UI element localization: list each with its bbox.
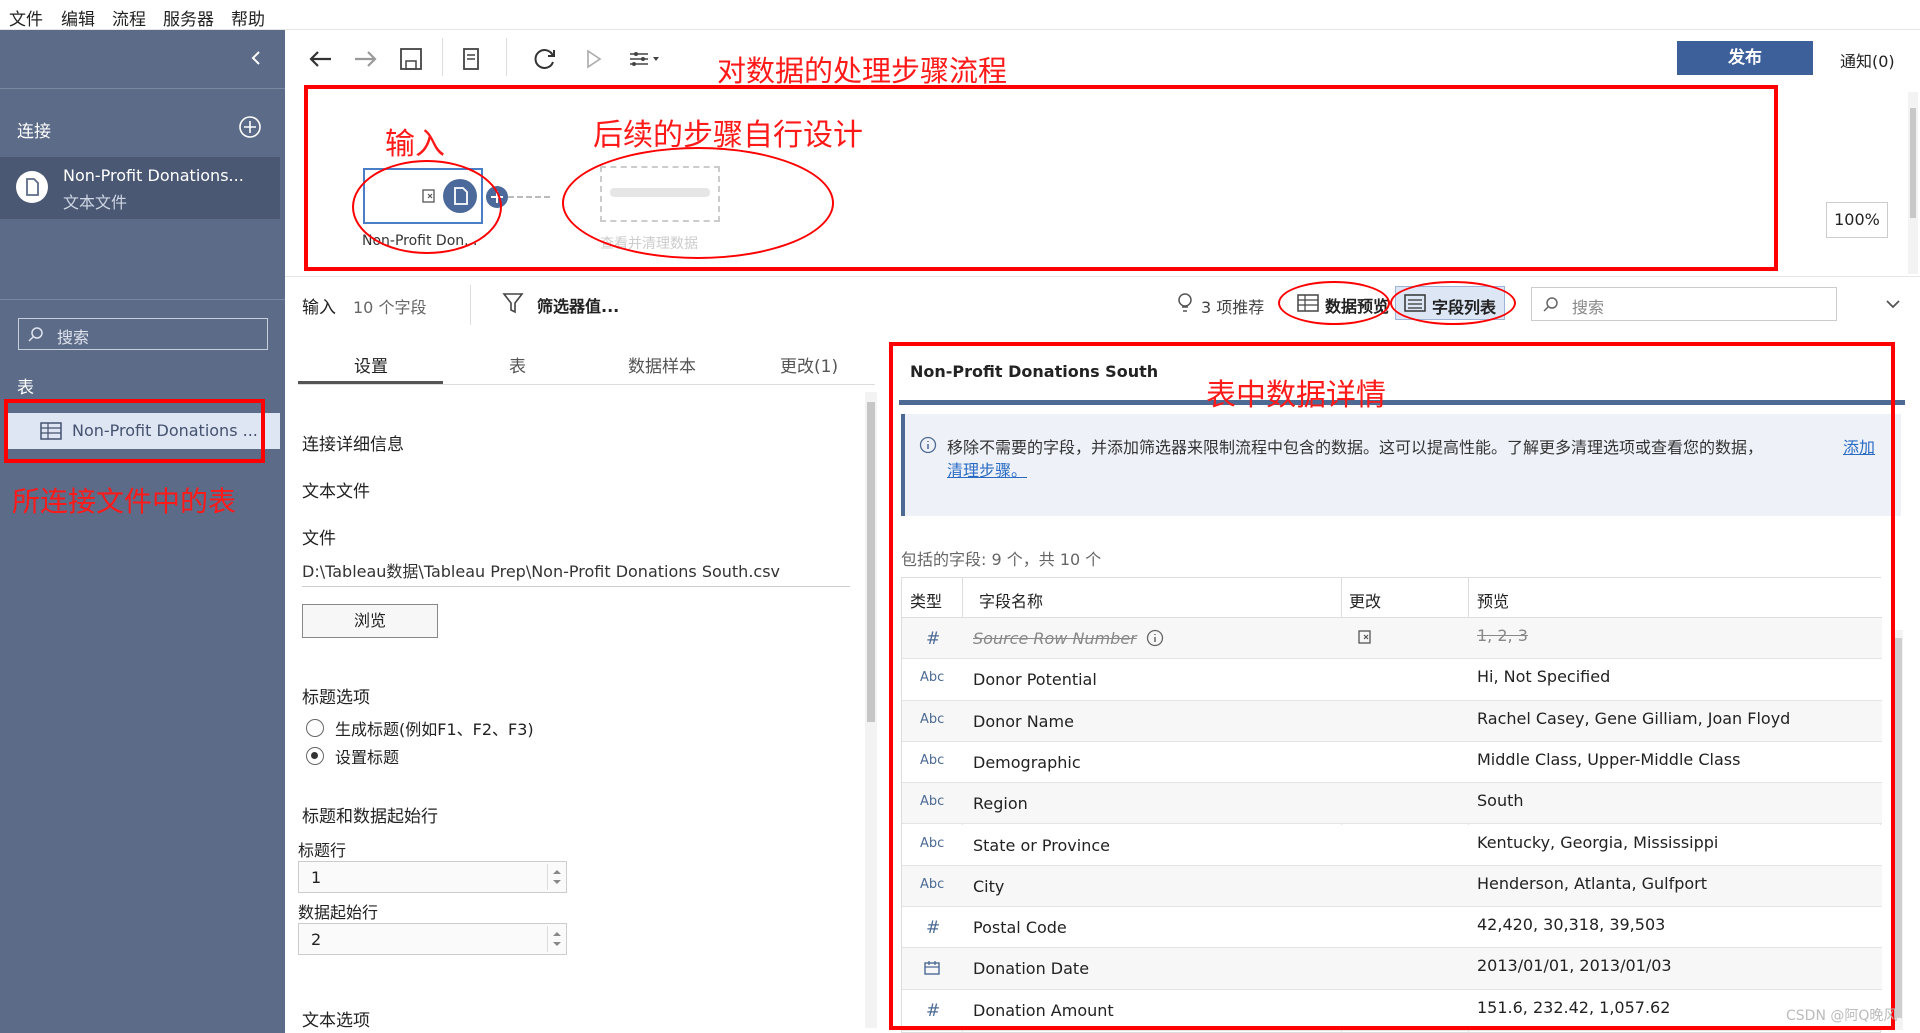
canvas-scrollbar[interactable] <box>1908 92 1918 274</box>
generate-header-label: 生成标题(例如F1、F2、F3) <box>335 720 534 739</box>
stepper-arrows-icon[interactable] <box>547 864 565 890</box>
table-search-input[interactable]: 搜索 <box>18 318 268 350</box>
header-row-stepper[interactable]: 1 <box>298 861 567 893</box>
notifications-link[interactable]: 通知(0) <box>1840 48 1895 72</box>
tab-settings[interactable]: 设置 <box>354 352 388 377</box>
collapse-chevron-icon[interactable] <box>246 48 266 68</box>
set-header-radio[interactable] <box>306 747 324 765</box>
annotation-table-in-file: 所连接文件中的表 <box>12 485 237 518</box>
data-start-value: 2 <box>311 930 322 949</box>
file-path: D:\Tableau数据\Tableau Prep\Non-Profit Don… <box>302 562 781 581</box>
settings-scrollbar[interactable] <box>865 392 877 1028</box>
annotation-followup-oval <box>562 147 834 259</box>
connections-label: 连接 <box>17 122 51 142</box>
menu-help[interactable]: 帮助 <box>231 5 265 30</box>
set-header-label: 设置标题 <box>335 748 400 767</box>
header-row-label: 标题行 <box>298 841 347 860</box>
publish-button[interactable]: 发布 <box>1677 41 1813 75</box>
menu-file[interactable]: 文件 <box>9 5 43 30</box>
browse-button[interactable]: 浏览 <box>302 604 438 638</box>
annotation-input: 输入 <box>385 127 445 162</box>
text-options-heading: 文本选项 <box>302 1011 370 1031</box>
connection-type: 文本文件 <box>63 193 128 212</box>
left-sidebar: 连接 Non-Profit Donations... 文本文件 搜索 表 Non… <box>0 30 285 1033</box>
tab-table[interactable]: 表 <box>509 352 526 377</box>
connection-item[interactable]: Non-Profit Donations... 文本文件 <box>0 157 280 219</box>
filter-icon[interactable] <box>501 290 525 316</box>
lightbulb-icon[interactable] <box>1176 291 1194 315</box>
back-arrow-icon[interactable] <box>305 44 335 74</box>
field-search-input[interactable]: 搜索 <box>1531 287 1837 321</box>
filter-values-button[interactable]: 筛选器值... <box>537 293 619 317</box>
toolbar: 发布 通知(0) <box>285 30 1920 84</box>
run-icon[interactable] <box>578 44 608 74</box>
menu-bar: 文件 编辑 流程 服务器 帮助 <box>0 0 1920 30</box>
input-step-bar: 输入 10 个字段 筛选器值... 3 项推荐 数据预览 字段列表 搜索 <box>285 276 1920 330</box>
tab-data-sample[interactable]: 数据样本 <box>628 352 696 377</box>
add-connection-icon[interactable] <box>238 115 262 139</box>
header-options-heading: 标题选项 <box>302 688 370 708</box>
menu-flow[interactable]: 流程 <box>112 5 146 30</box>
table-search-placeholder: 搜索 <box>57 328 90 347</box>
annotation-table-detail: 表中数据详情 <box>1206 378 1386 413</box>
data-start-stepper[interactable]: 2 <box>298 923 567 955</box>
annotation-fieldlist-oval <box>1390 281 1516 325</box>
collapse-chevron-down-icon[interactable] <box>1883 294 1903 314</box>
save-icon[interactable] <box>396 44 426 74</box>
clipboard-icon[interactable] <box>456 44 486 74</box>
tab-changes[interactable]: 更改(1) <box>780 352 838 377</box>
refresh-icon[interactable] <box>530 44 560 74</box>
menu-edit[interactable]: 编辑 <box>61 5 95 30</box>
tables-label: 表 <box>17 378 34 398</box>
stepper-arrows-icon[interactable] <box>547 926 565 952</box>
annotation-table-box <box>4 399 265 463</box>
settings-panel: 设置 表 数据样本 更改(1) 连接详细信息 文本文件 文件 D:\Tablea… <box>285 330 880 1033</box>
generate-header-radio[interactable] <box>306 719 324 737</box>
text-file-icon <box>16 171 48 203</box>
settings-sliders-icon[interactable] <box>625 44 665 74</box>
file-label: 文件 <box>302 529 336 549</box>
annotation-flow-box <box>304 85 1778 271</box>
menu-server[interactable]: 服务器 <box>163 5 214 30</box>
recommendations[interactable]: 3 项推荐 <box>1201 294 1264 318</box>
text-file-label: 文本文件 <box>302 482 370 502</box>
zoom-level[interactable]: 100% <box>1826 202 1888 238</box>
watermark: CSDN @阿Q晚风 <box>1786 1008 1898 1024</box>
field-search-placeholder: 搜索 <box>1572 298 1605 317</box>
annotation-input-oval <box>352 160 502 254</box>
header-start-heading: 标题和数据起始行 <box>302 807 438 827</box>
header-row-value: 1 <box>311 868 322 887</box>
data-start-label: 数据起始行 <box>298 903 379 922</box>
forward-arrow-icon[interactable] <box>351 44 381 74</box>
input-label: 输入 <box>302 298 336 318</box>
field-count: 10 个字段 <box>353 298 427 317</box>
connection-name: Non-Profit Donations... <box>63 166 244 185</box>
connection-details-heading: 连接详细信息 <box>302 435 404 455</box>
annotation-detail-box <box>889 342 1895 1030</box>
annotation-preview-oval <box>1278 281 1390 325</box>
